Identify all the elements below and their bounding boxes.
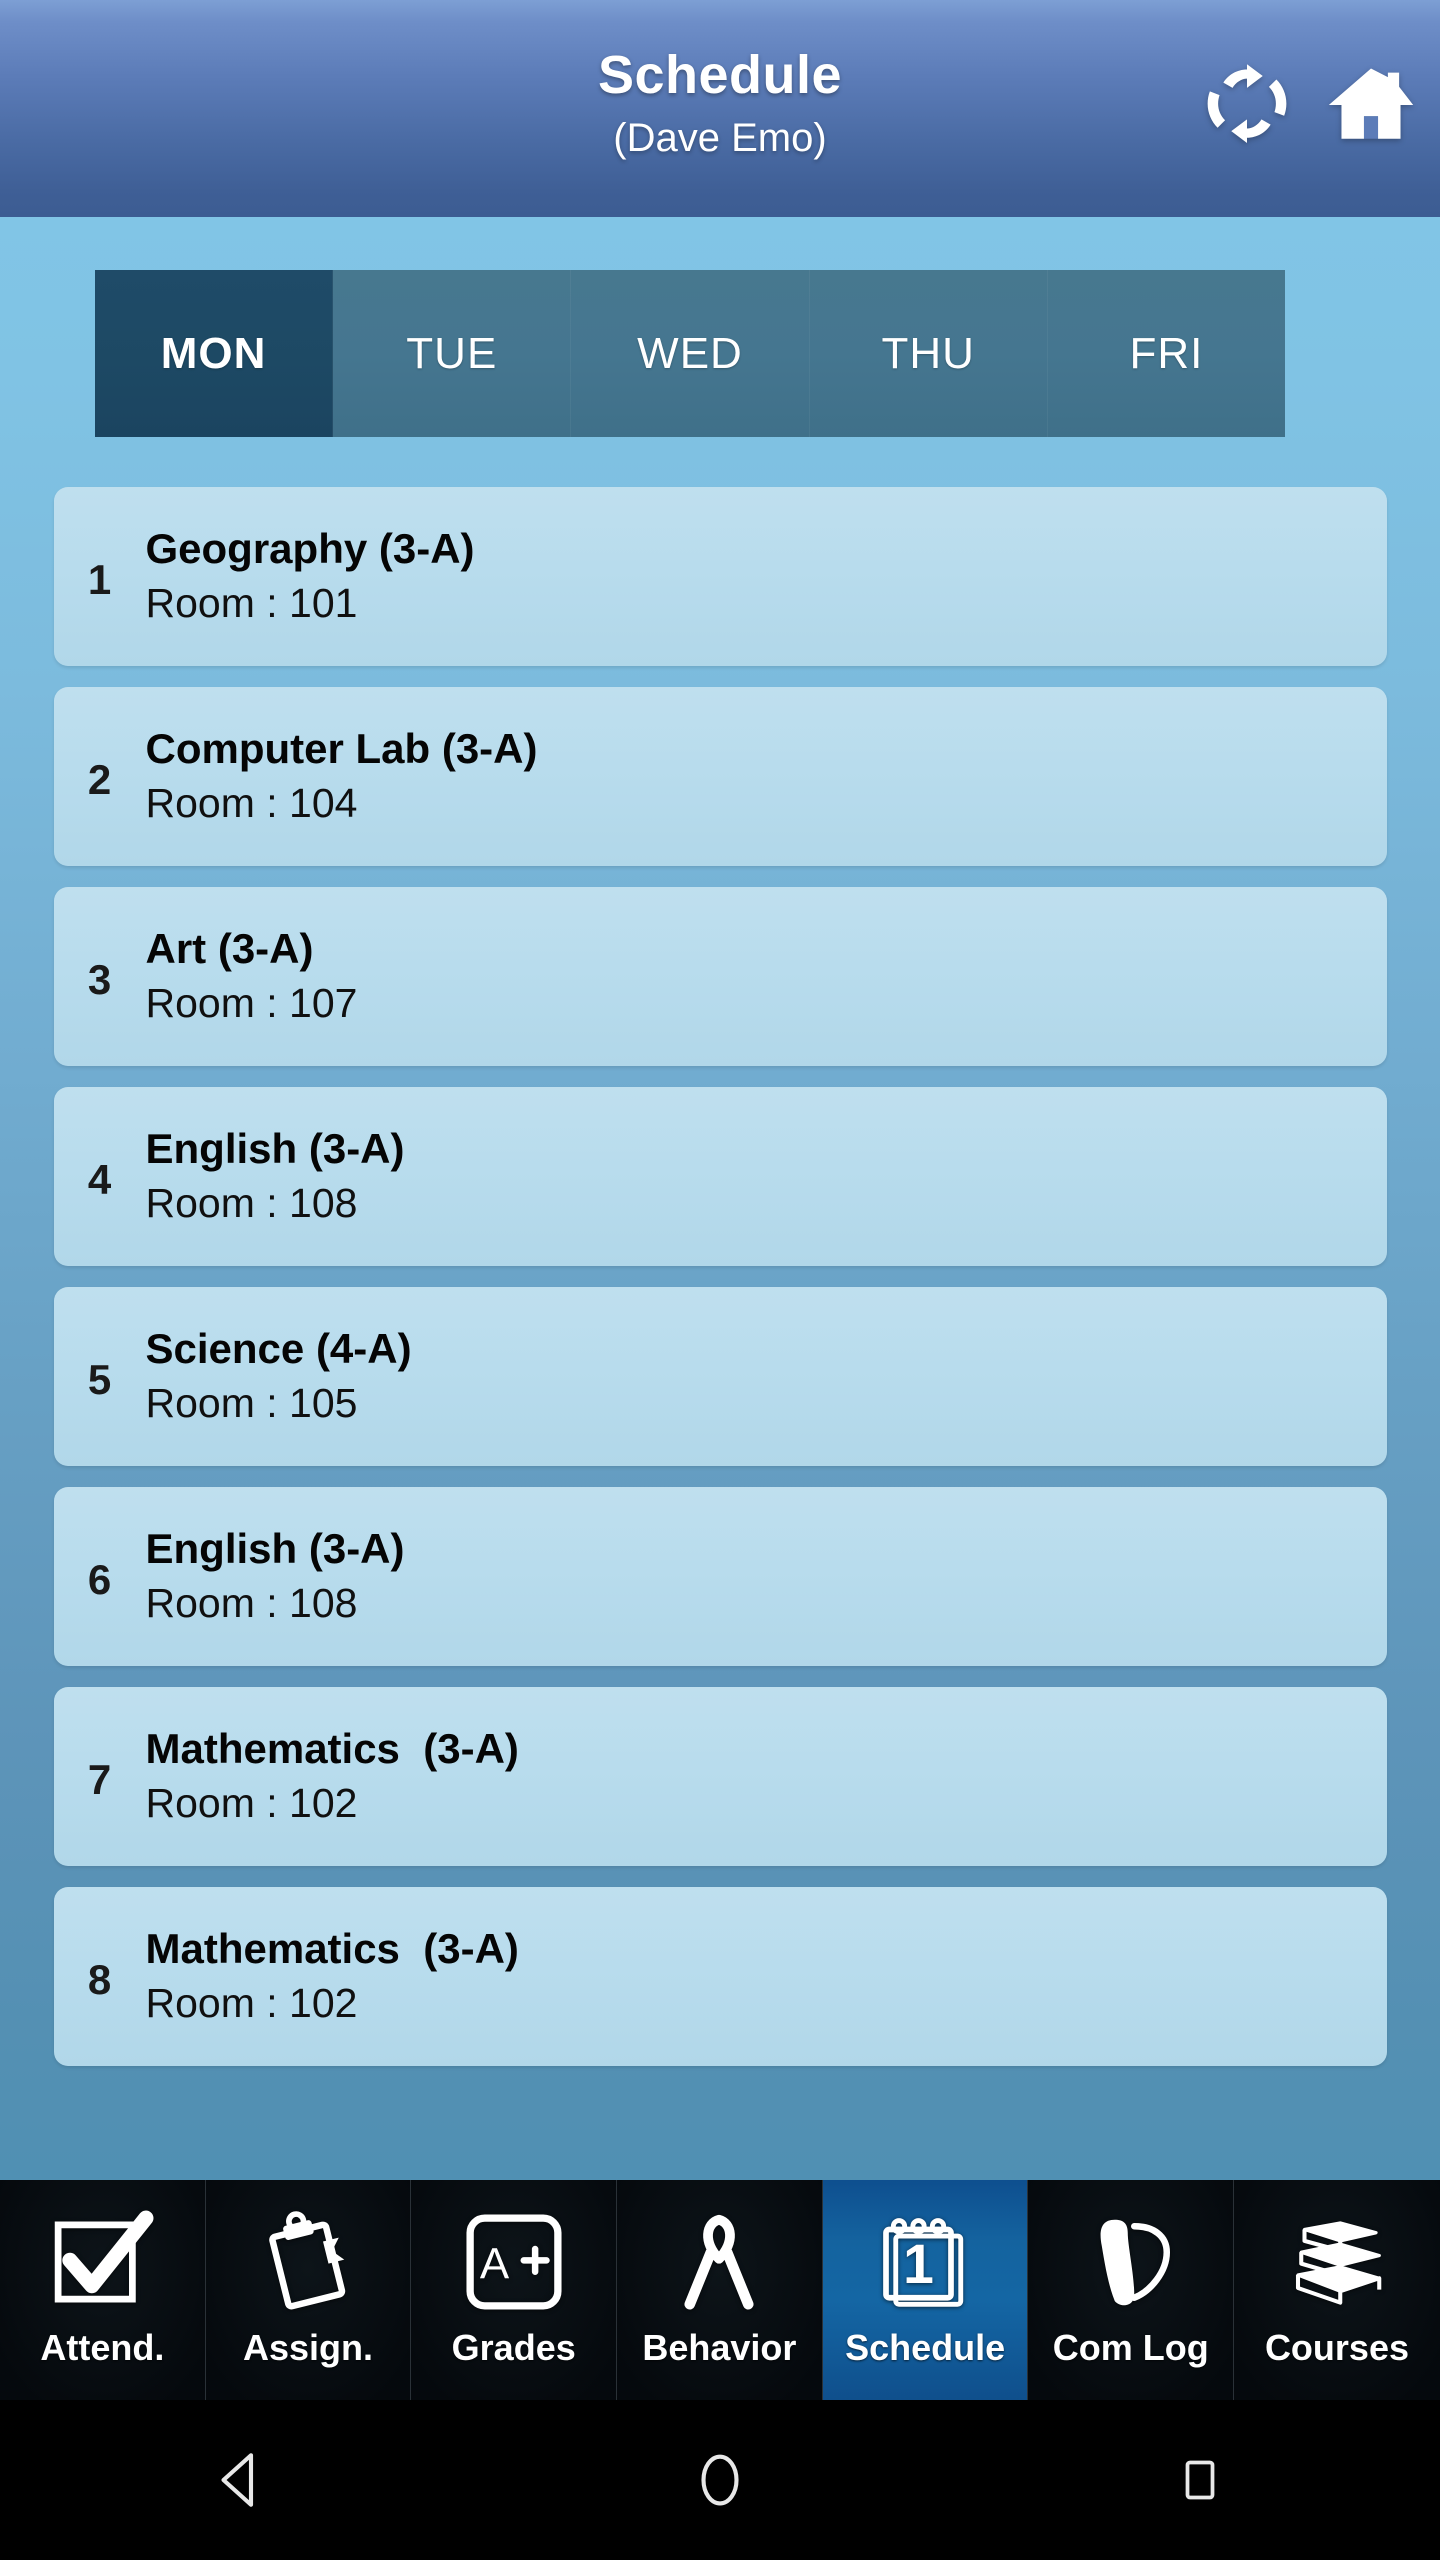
period-room: Room : 108 xyxy=(145,1180,358,1227)
period-number: 1 xyxy=(87,555,112,603)
books-stack-icon xyxy=(1285,2198,1389,2326)
table-row[interactable]: 1 Geography (3-A) Room : 101 xyxy=(53,487,1387,666)
period-number: 5 xyxy=(87,1355,112,1403)
svg-text:1: 1 xyxy=(903,2233,934,2295)
period-room: Room : 104 xyxy=(145,780,358,827)
table-row[interactable]: 8 Mathematics (3-A) Room : 102 xyxy=(53,1887,1387,2066)
nav-item-assignments[interactable]: Assign. xyxy=(205,2180,412,2400)
period-details: Computer Lab (3-A) Room : 104 xyxy=(146,723,1387,830)
app-screen: Schedule (Dave Emo) MON TUE WED THU FRI … xyxy=(0,0,1440,2560)
table-row[interactable]: 4 English (3-A) Room : 108 xyxy=(53,1087,1387,1266)
period-subject: Geography (3-A) xyxy=(145,525,475,573)
table-row[interactable]: 5 Science (4-A) Room : 105 xyxy=(53,1287,1387,1466)
header-title-block: Schedule (Dave Emo) xyxy=(598,44,842,160)
table-row[interactable]: 2 Computer Lab (3-A) Room : 104 xyxy=(53,687,1387,866)
day-tab-mon[interactable]: MON xyxy=(95,270,334,437)
day-tab-wed[interactable]: WED xyxy=(571,270,810,437)
nav-label: Schedule xyxy=(845,2327,1006,2368)
period-subject: Mathematics (3-A) xyxy=(145,1925,519,1973)
period-details: Science (4-A) Room : 105 xyxy=(146,1323,1387,1430)
svg-text:A: A xyxy=(480,2239,510,2288)
period-number: 6 xyxy=(87,1555,112,1603)
checkbox-check-icon xyxy=(48,2198,156,2326)
period-subject: English (3-A) xyxy=(145,1525,405,1573)
page-title: Schedule xyxy=(597,45,843,106)
nav-label: Behavior xyxy=(642,2327,797,2368)
nav-label: Assign. xyxy=(243,2327,374,2368)
nav-label: Courses xyxy=(1264,2327,1409,2368)
table-row[interactable]: 3 Art (3-A) Room : 107 xyxy=(53,887,1387,1066)
period-number: 4 xyxy=(87,1155,112,1203)
nav-item-com-log[interactable]: Com Log xyxy=(1028,2180,1235,2400)
table-row[interactable]: 6 English (3-A) Room : 108 xyxy=(53,1487,1387,1666)
nav-item-grades[interactable]: A Grades xyxy=(411,2180,618,2400)
period-room: Room : 102 xyxy=(145,1980,358,2027)
period-number: 2 xyxy=(87,755,112,803)
grade-a-plus-icon: A xyxy=(462,2198,566,2326)
app-header: Schedule (Dave Emo) xyxy=(0,0,1440,217)
nav-label: Com Log xyxy=(1052,2327,1209,2368)
day-tab-thu[interactable]: THU xyxy=(809,270,1048,437)
header-actions xyxy=(1202,58,1416,148)
period-number: 3 xyxy=(87,955,112,1003)
period-subject: English (3-A) xyxy=(145,1125,405,1173)
period-subject: Computer Lab (3-A) xyxy=(145,725,538,773)
phone-handset-icon xyxy=(1079,2198,1183,2326)
android-system-nav-bar xyxy=(0,2400,1440,2560)
period-room: Room : 108 xyxy=(145,1580,358,1627)
period-details: Mathematics (3-A) Room : 102 xyxy=(146,1923,1387,2030)
period-subject: Mathematics (3-A) xyxy=(145,1725,519,1773)
nav-item-attendance[interactable]: Attend. xyxy=(0,2180,206,2400)
clipboard-icon xyxy=(256,2198,360,2326)
period-details: Mathematics (3-A) Room : 102 xyxy=(146,1723,1387,1830)
back-triangle-icon[interactable] xyxy=(0,2447,480,2513)
home-circle-icon[interactable] xyxy=(480,2447,960,2513)
period-details: Geography (3-A) Room : 101 xyxy=(146,523,1387,630)
calendar-1-icon: 1 xyxy=(873,2198,977,2326)
period-details: English (3-A) Room : 108 xyxy=(146,1523,1387,1630)
day-tab-bar: MON TUE WED THU FRI xyxy=(95,270,1285,437)
period-details: English (3-A) Room : 108 xyxy=(146,1123,1387,1230)
ribbon-icon xyxy=(667,2198,771,2326)
recents-square-icon[interactable] xyxy=(960,2450,1440,2510)
period-number: 8 xyxy=(87,1955,112,2003)
period-room: Room : 107 xyxy=(145,980,358,1027)
header-subtitle: (Dave Emo) xyxy=(613,115,827,160)
period-subject: Art (3-A) xyxy=(145,925,314,973)
nav-item-courses[interactable]: Courses xyxy=(1234,2180,1440,2400)
bottom-navigation-bar: Attend. Assign. A Grades Behavior 1 Sche… xyxy=(0,2180,1440,2400)
day-tab-tue[interactable]: TUE xyxy=(333,270,572,437)
period-room: Room : 105 xyxy=(145,1380,358,1427)
schedule-list: 1 Geography (3-A) Room : 101 2 Computer … xyxy=(0,487,1440,2087)
period-room: Room : 101 xyxy=(145,580,358,627)
period-room: Room : 102 xyxy=(145,1780,358,1827)
period-details: Art (3-A) Room : 107 xyxy=(146,923,1387,1030)
nav-item-behavior[interactable]: Behavior xyxy=(617,2180,823,2400)
nav-label: Attend. xyxy=(40,2327,165,2368)
refresh-icon[interactable] xyxy=(1202,58,1292,148)
nav-item-schedule[interactable]: 1 Schedule xyxy=(822,2180,1029,2400)
period-number: 7 xyxy=(87,1755,112,1803)
table-row[interactable]: 7 Mathematics (3-A) Room : 102 xyxy=(53,1687,1387,1866)
home-icon[interactable] xyxy=(1326,58,1416,148)
period-subject: Science (4-A) xyxy=(145,1325,412,1373)
nav-label: Grades xyxy=(451,2327,576,2368)
day-tab-fri[interactable]: FRI xyxy=(1047,270,1285,437)
